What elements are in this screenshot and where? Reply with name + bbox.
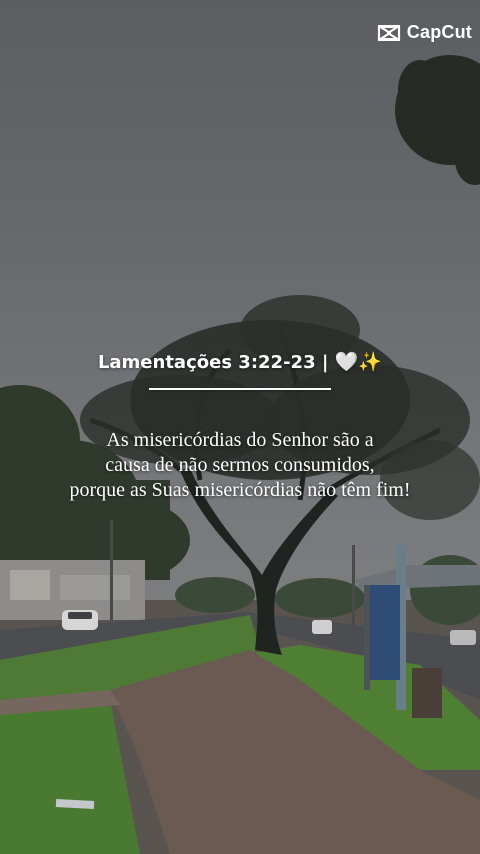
verse-text: As misericórdias do Senhor são a causa d… bbox=[20, 428, 460, 503]
park-scenery bbox=[0, 55, 480, 854]
verse-reference-text: Lamentações 3:22-23 | bbox=[97, 352, 329, 373]
capcut-watermark: CapCut bbox=[377, 22, 472, 43]
top-right-foliage bbox=[395, 55, 480, 185]
verse-line: causa de não sermos consumidos, bbox=[105, 454, 375, 476]
background-photo bbox=[0, 0, 480, 854]
capcut-logo-icon bbox=[377, 24, 400, 41]
car-left bbox=[62, 610, 98, 630]
verse-reference: Lamentações 3:22-23 | 🤍✨ bbox=[0, 350, 480, 373]
verse-line: porque as Suas misericórdias não têm fim… bbox=[69, 479, 411, 501]
car-right bbox=[312, 620, 332, 634]
heart-sparkles-emoji: 🤍✨ bbox=[334, 351, 383, 373]
title-divider bbox=[149, 388, 331, 390]
watermark-brand: CapCut bbox=[406, 22, 472, 42]
verse-line: As misericórdias do Senhor são a bbox=[106, 429, 374, 451]
